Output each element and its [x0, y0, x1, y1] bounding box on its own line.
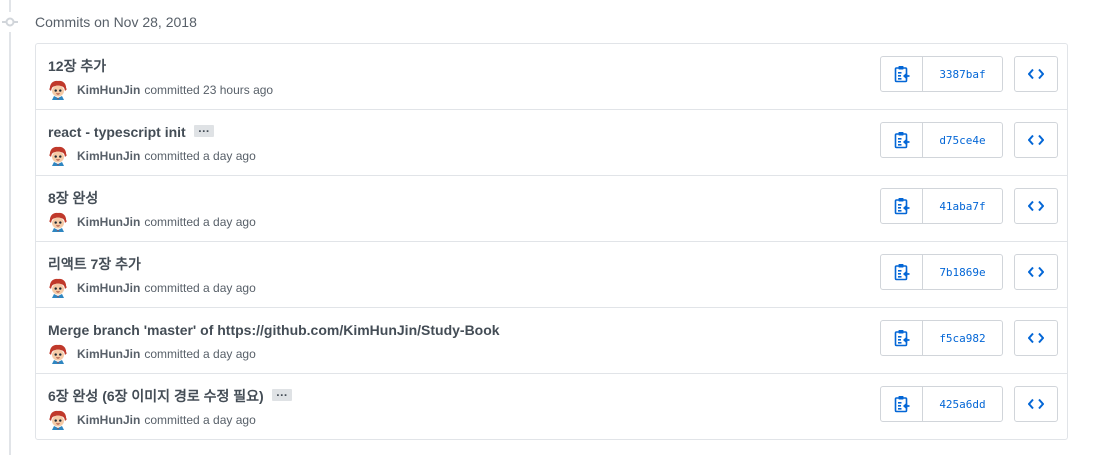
commit-sha-link[interactable]: d75ce4e — [923, 123, 1002, 157]
clippy-icon — [894, 197, 910, 215]
commit-time: a day ago — [203, 413, 256, 427]
commit-meta: KimHunJin committed a day ago — [48, 212, 256, 232]
commit-sha-link[interactable]: f5ca982 — [923, 321, 1002, 355]
git-commit-icon — [0, 12, 20, 32]
code-icon — [1028, 332, 1044, 344]
clippy-icon — [894, 329, 910, 347]
avatar[interactable] — [48, 278, 68, 298]
commit-title-link[interactable]: 12장 추가 — [48, 56, 106, 76]
commit-title-link[interactable]: Merge branch 'master' of https://github.… — [48, 320, 500, 340]
commit-time: a day ago — [203, 215, 256, 229]
copy-sha-button[interactable] — [881, 57, 923, 91]
commit-time: a day ago — [203, 149, 256, 163]
commit-time: a day ago — [203, 347, 256, 361]
commit-meta: KimHunJin committed a day ago — [48, 146, 256, 166]
commit-message[interactable]: 12장 추가 — [48, 58, 106, 74]
sha-button-group: f5ca982 — [880, 320, 1003, 356]
commit-meta: KimHunJin committed 23 hours ago — [48, 80, 273, 100]
browse-files-button[interactable] — [1014, 254, 1058, 290]
commit-title-link[interactable]: 8장 완성 — [48, 188, 98, 208]
commit-action: committed — [144, 215, 200, 229]
browse-files-button[interactable] — [1014, 56, 1058, 92]
browse-files-button[interactable] — [1014, 320, 1058, 356]
commit-meta: KimHunJin committed a day ago — [48, 278, 256, 298]
commit-author-link[interactable]: KimHunJin — [77, 347, 140, 361]
commit-sha-link[interactable]: 7b1869e — [923, 255, 1002, 289]
commit-message[interactable]: 리액트 7장 추가 — [48, 256, 141, 272]
commit-author-link[interactable]: KimHunJin — [77, 215, 140, 229]
sha-button-group: d75ce4e — [880, 122, 1003, 158]
commit-time: a day ago — [203, 281, 256, 295]
commit-row: react - typescript init … KimHunJin commi… — [36, 109, 1067, 175]
clippy-icon — [894, 65, 910, 83]
expand-message-button[interactable]: … — [271, 386, 292, 402]
commit-row: 리액트 7장 추가 KimHunJin committed a day ago … — [36, 241, 1067, 307]
code-icon — [1028, 134, 1044, 146]
copy-sha-button[interactable] — [881, 123, 923, 157]
commit-action: committed — [144, 281, 200, 295]
avatar[interactable] — [48, 146, 68, 166]
commit-row: 12장 추가 KimHunJin committed 23 hours ago … — [36, 44, 1067, 109]
commit-author-link[interactable]: KimHunJin — [77, 149, 140, 163]
commit-author-link[interactable]: KimHunJin — [77, 413, 140, 427]
timeline-line — [9, 0, 11, 455]
browse-files-button[interactable] — [1014, 386, 1058, 422]
avatar[interactable] — [48, 410, 68, 430]
sha-button-group: 7b1869e — [880, 254, 1003, 290]
commit-title-link[interactable]: 6장 완성 (6장 이미지 경로 수정 필요) … — [48, 386, 292, 406]
code-icon — [1028, 68, 1044, 80]
commit-message[interactable]: Merge branch 'master' of https://github.… — [48, 322, 500, 338]
copy-sha-button[interactable] — [881, 255, 923, 289]
commit-meta: KimHunJin committed a day ago — [48, 344, 256, 364]
commit-group-title: Commits on Nov 28, 2018 — [35, 14, 197, 30]
code-icon — [1028, 398, 1044, 410]
copy-sha-button[interactable] — [881, 189, 923, 223]
clippy-icon — [894, 263, 910, 281]
commit-row: 6장 완성 (6장 이미지 경로 수정 필요) … KimHunJin commi… — [36, 373, 1067, 439]
commit-time: 23 hours ago — [203, 83, 274, 97]
expand-message-button[interactable]: … — [193, 122, 214, 138]
browse-files-button[interactable] — [1014, 122, 1058, 158]
commit-sha-link[interactable]: 3387baf — [923, 57, 1002, 91]
commit-sha-link[interactable]: 41aba7f — [923, 189, 1002, 223]
sha-button-group: 41aba7f — [880, 188, 1003, 224]
copy-sha-button[interactable] — [881, 387, 923, 421]
commit-message[interactable]: 6장 완성 (6장 이미지 경로 수정 필요) — [48, 388, 264, 404]
avatar[interactable] — [48, 80, 68, 100]
commit-message[interactable]: react - typescript init — [48, 124, 186, 140]
clippy-icon — [894, 131, 910, 149]
code-icon — [1028, 200, 1044, 212]
avatar[interactable] — [48, 212, 68, 232]
commit-meta: KimHunJin committed a day ago — [48, 410, 256, 430]
commit-title-link[interactable]: 리액트 7장 추가 — [48, 254, 141, 274]
commit-row: Merge branch 'master' of https://github.… — [36, 307, 1067, 373]
commit-author-link[interactable]: KimHunJin — [77, 83, 140, 97]
commit-row: 8장 완성 KimHunJin committed a day ago 41ab… — [36, 175, 1067, 241]
code-icon — [1028, 266, 1044, 278]
sha-button-group: 425a6dd — [880, 386, 1003, 422]
commit-action: committed — [144, 83, 200, 97]
commit-list: 12장 추가 KimHunJin committed 23 hours ago … — [35, 43, 1068, 440]
commit-message[interactable]: 8장 완성 — [48, 190, 98, 206]
avatar[interactable] — [48, 344, 68, 364]
commit-action: committed — [144, 347, 200, 361]
copy-sha-button[interactable] — [881, 321, 923, 355]
commit-action: committed — [144, 149, 200, 163]
commit-title-link[interactable]: react - typescript init … — [48, 122, 214, 142]
sha-button-group: 3387baf — [880, 56, 1003, 92]
commit-sha-link[interactable]: 425a6dd — [923, 387, 1002, 421]
clippy-icon — [894, 395, 910, 413]
browse-files-button[interactable] — [1014, 188, 1058, 224]
commit-author-link[interactable]: KimHunJin — [77, 281, 140, 295]
commit-action: committed — [144, 413, 200, 427]
